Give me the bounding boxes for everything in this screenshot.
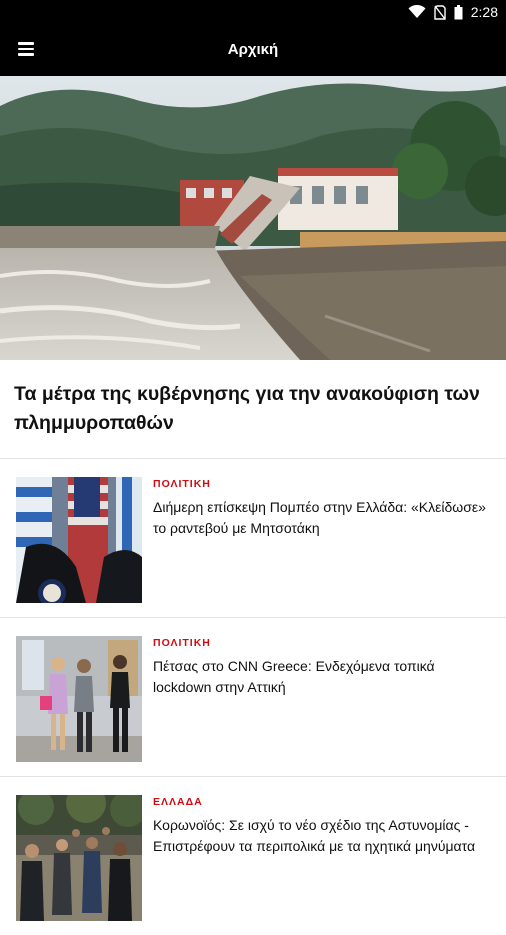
page-title: Αρχική: [227, 41, 279, 58]
article-thumbnail: [16, 477, 142, 603]
hero-image[interactable]: [0, 76, 506, 360]
no-sim-icon: [434, 4, 446, 20]
article-title[interactable]: Κορωνοϊός: Σε ισχύ το νέο σχέδιο της Αστ…: [153, 815, 493, 856]
article-title[interactable]: Πέτσας στο CNN Greece: Ενδεχόμενα τοπικά…: [153, 656, 493, 697]
article-thumbnail: [16, 636, 142, 762]
article-category: ΠΟΛΙΤΙΚΗ: [153, 478, 211, 490]
list-item[interactable]: ΠΟΛΙΤΙΚΗ Πέτσας στο CNN Greece: Ενδεχόμε…: [0, 618, 506, 776]
article-category: ΕΛΛΑΔΑ: [153, 796, 203, 808]
app-bar: Αρχική: [0, 24, 506, 76]
list-item[interactable]: ΕΛΛΑΔΑ Κορωνοϊός: Σε ισχύ το νέο σχέδιο …: [0, 777, 506, 935]
list-item[interactable]: ΠΟΛΙΤΙΚΗ Διήμερη επίσκεψη Πομπέο στην Ελ…: [0, 459, 506, 617]
battery-icon: [454, 4, 463, 19]
article-category: ΠΟΛΙΤΙΚΗ: [153, 637, 211, 649]
status-bar: 2:28: [0, 0, 506, 24]
article-thumbnail: [16, 795, 142, 921]
status-icons: 2:28: [408, 0, 498, 24]
article-title[interactable]: Διήμερη επίσκεψη Πομπέο στην Ελλάδα: «Κλ…: [153, 497, 493, 538]
hero-title[interactable]: Τα μέτρα της κυβέρνησης για την ανακούφι…: [14, 380, 494, 438]
status-time: 2:28: [470, 4, 498, 20]
wifi-icon: [408, 5, 426, 18]
